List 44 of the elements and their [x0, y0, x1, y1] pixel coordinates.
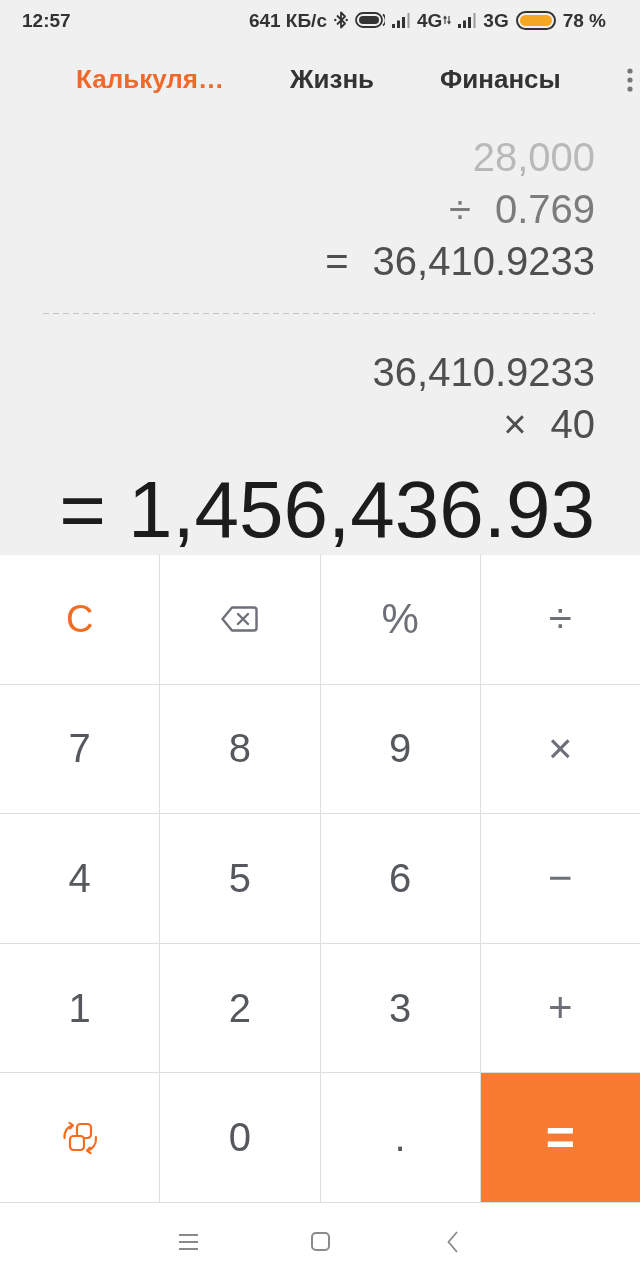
result-number: 1,456,436.93 — [127, 465, 595, 555]
network-speed: 641 КБ/с — [248, 10, 327, 30]
operator-sign: ÷ — [448, 186, 471, 233]
operator-key[interactable]: − — [480, 814, 640, 943]
equals-sign: = — [59, 465, 106, 555]
operator-key[interactable]: + — [480, 943, 640, 1073]
more-icon[interactable] — [626, 68, 633, 92]
bluetooth-icon — [333, 10, 348, 30]
digit-key[interactable]: 1 — [0, 943, 160, 1073]
operator-key[interactable]: × — [480, 684, 640, 814]
operator-key[interactable]: % — [320, 555, 480, 684]
digit-key[interactable]: 4 — [0, 814, 160, 943]
back-icon[interactable] — [446, 1230, 458, 1253]
operator-key[interactable]: ÷ — [480, 555, 640, 684]
operator-sign: = — [325, 238, 349, 285]
digit-key[interactable]: 3 — [320, 943, 480, 1073]
expression-number: 40 — [550, 401, 595, 448]
digit-key[interactable]: 5 — [160, 814, 320, 943]
digit-key[interactable]: 6 — [320, 814, 480, 943]
expression-number: 36,410.9233 — [372, 238, 595, 285]
digit-key[interactable]: 2 — [160, 943, 320, 1073]
digit-key[interactable]: 9 — [320, 684, 480, 814]
expression-number: 36,410.9233 — [372, 349, 595, 396]
battery-icon — [515, 10, 556, 30]
network-type: 4G — [416, 10, 443, 30]
clock-time: 12:57 — [22, 10, 71, 30]
tab[interactable]: Жизнь — [289, 64, 375, 96]
data-arrows-icon — [443, 15, 452, 25]
digit-key[interactable]: 7 — [0, 684, 160, 814]
tab[interactable]: Финансы — [440, 64, 561, 96]
battery-percent: 78 % — [562, 10, 606, 30]
pill-icon — [354, 12, 385, 28]
backspace-icon — [221, 606, 259, 633]
digit-key[interactable]: 0 — [160, 1073, 320, 1202]
expression-number: 0.769 — [494, 186, 595, 233]
digit-key[interactable]: . — [320, 1073, 480, 1202]
signal-icon — [458, 12, 477, 28]
expression-number: 28,000 — [472, 134, 595, 181]
network-type: 3G — [483, 10, 509, 30]
menu-icon[interactable] — [178, 1233, 198, 1250]
home-square-icon[interactable] — [310, 1232, 330, 1251]
signal-icon — [391, 12, 410, 28]
digit-key[interactable]: 8 — [160, 684, 320, 814]
operator-sign: × — [503, 401, 527, 448]
